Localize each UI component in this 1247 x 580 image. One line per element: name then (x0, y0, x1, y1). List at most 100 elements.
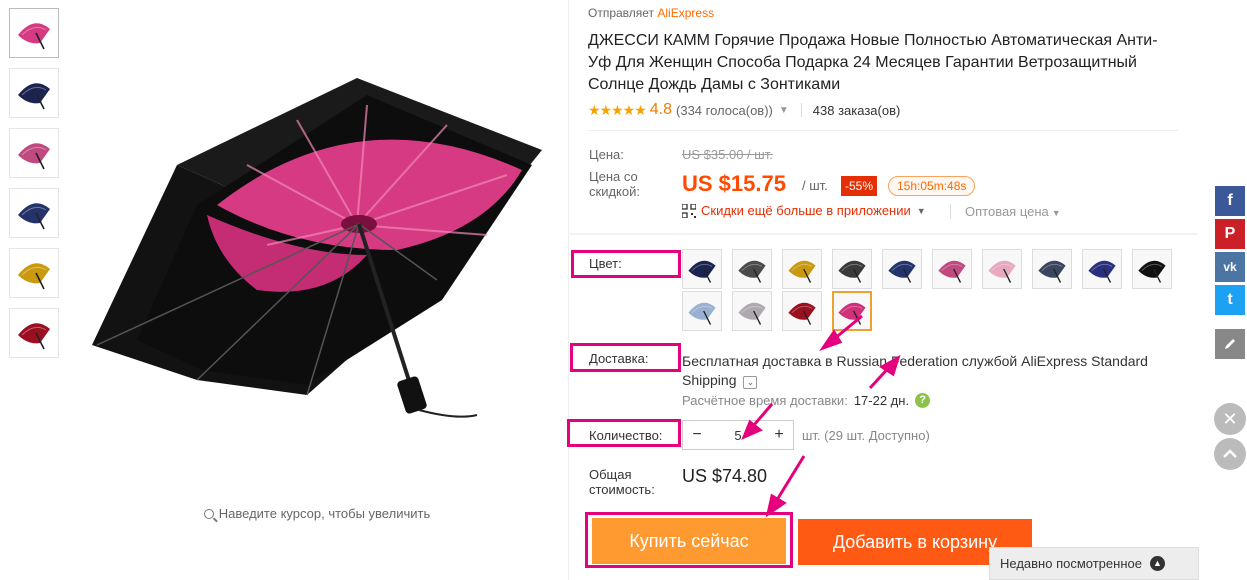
thumbnail-umbrella-yellow-flower[interactable] (9, 248, 59, 298)
color-swatch[interactable] (732, 291, 772, 331)
highlight-box-delivery (570, 343, 681, 372)
vk-icon[interactable]: vk (1215, 252, 1245, 282)
umbrella-icon (788, 260, 816, 283)
eta-days: 17-22 дн. (853, 393, 910, 408)
color-swatch[interactable] (1082, 249, 1122, 289)
delivery-info: Бесплатная доставка в Russian Federation… (682, 352, 1172, 390)
discount-price: US $15.75 (682, 171, 786, 196)
discount-price-label-line2: скидкой: (589, 184, 640, 199)
rating-row: ★★★★★ 4.8 (334 голоса(ов)) ▼ 438 заказа(… (588, 101, 900, 119)
highlight-box-quantity (567, 419, 681, 447)
thumbnail-umbrella-pink-flower[interactable] (9, 8, 59, 58)
orders-count: 438 заказа(ов) (812, 102, 901, 118)
quantity-decrease-button[interactable]: − (683, 421, 711, 449)
pinterest-icon[interactable]: P (1215, 219, 1245, 249)
umbrella-icon (788, 302, 816, 325)
umbrella-icon (738, 302, 766, 325)
highlight-box-color (571, 250, 681, 278)
quantity-availability: шт. (29 шт. Доступно) (802, 428, 930, 443)
umbrella-icon (1088, 260, 1116, 283)
color-swatch[interactable] (782, 249, 822, 289)
thumbnail-umbrella-pink[interactable] (9, 128, 59, 178)
thumbnail-umbrella-navy[interactable] (9, 68, 59, 118)
eta-label: Расчётное время доставки: (682, 393, 848, 408)
section-divider (568, 233, 1198, 235)
chevron-down-icon[interactable]: ⌄ (743, 376, 758, 389)
total-price: US $74.80 (682, 466, 768, 486)
color-swatch[interactable] (982, 249, 1022, 289)
umbrella-icon (838, 302, 866, 325)
umbrella-icon (1138, 260, 1166, 283)
umbrella-icon (1038, 260, 1066, 283)
rating-stars: ★★★★★ (588, 101, 647, 118)
color-swatch[interactable] (782, 291, 822, 331)
umbrella-icon (18, 323, 50, 350)
umbrella-icon (18, 203, 50, 230)
color-swatch[interactable] (882, 249, 922, 289)
umbrella-icon (18, 83, 50, 110)
umbrella-icon (688, 260, 716, 283)
column-divider (568, 0, 569, 580)
help-icon[interactable]: ? (915, 393, 931, 408)
product-title: ДЖЕССИ КАММ Горячие Продажа Новые Полнос… (588, 32, 1158, 93)
rating-votes-link[interactable]: (334 голоса(ов)) (676, 103, 773, 118)
total-label: Общая стоимость: (589, 467, 655, 497)
umbrella-icon (18, 263, 50, 290)
thumbnail-umbrella-red[interactable] (9, 308, 59, 358)
umbrella-icon (988, 260, 1016, 283)
pencil-icon[interactable] (1215, 329, 1245, 359)
buy-now-button[interactable]: Купить сейчас (592, 518, 786, 564)
total-label-line1: Общая (589, 467, 632, 482)
color-swatch[interactable] (682, 291, 722, 331)
seller-prefix: Отправляет (588, 6, 655, 20)
facebook-icon[interactable]: f (1215, 186, 1245, 216)
thumbnail-list (9, 8, 59, 368)
magnifier-icon (203, 509, 214, 519)
twitter-icon[interactable]: t (1215, 285, 1245, 315)
color-swatch[interactable] (832, 249, 872, 289)
umbrella-icon (888, 260, 916, 283)
qr-code-icon (682, 203, 696, 218)
quantity-stepper: − + (682, 420, 794, 450)
thumbnail-umbrella-blue-star[interactable] (9, 188, 59, 238)
color-swatch[interactable] (1132, 249, 1172, 289)
pencil-glyph (1225, 339, 1235, 349)
wholesale-price-link[interactable]: Оптовая цена ▼ (950, 204, 1061, 219)
app-deal-link[interactable]: Скидки ещё больше в приложении ▼ (682, 203, 926, 218)
scroll-top-icon[interactable] (1214, 438, 1246, 470)
recently-viewed-bar[interactable]: Недавно посмотренное ▲ (989, 547, 1199, 580)
app-deal-text: Скидки ещё больше в приложении (701, 203, 911, 218)
discount-price-label: Цена со скидкой: (589, 169, 640, 199)
color-swatch[interactable] (682, 249, 722, 289)
social-share-bar: f P vk t (1215, 186, 1245, 362)
color-swatch[interactable] (832, 291, 872, 331)
umbrella-illustration (92, 78, 542, 418)
close-icon[interactable]: ✕ (1214, 403, 1246, 435)
umbrella-icon (688, 302, 716, 325)
rating-separator (800, 103, 802, 117)
caret-down-icon: ▼ (1051, 208, 1061, 218)
umbrella-icon (738, 260, 766, 283)
color-swatch[interactable] (932, 249, 972, 289)
chevron-down-icon[interactable]: ▼ (779, 105, 789, 116)
countdown-timer: 15h:05m:48s (888, 176, 976, 196)
quantity-increase-button[interactable]: + (765, 421, 793, 449)
umbrella-icon (938, 260, 966, 283)
price-label: Цена: (589, 147, 624, 162)
quantity-input[interactable] (711, 421, 765, 449)
delivery-eta: Расчётное время доставки: 17-22 дн. ? (682, 393, 931, 408)
umbrella-icon (18, 143, 50, 170)
umbrella-icon (18, 23, 50, 50)
recently-viewed-label: Недавно посмотренное (1000, 556, 1142, 571)
color-swatch[interactable] (732, 249, 772, 289)
chevron-up-glyph (1223, 449, 1237, 458)
divider (588, 130, 1178, 131)
product-main-image[interactable] (67, 0, 567, 497)
color-swatch[interactable] (1032, 249, 1072, 289)
zoom-hint: Наведите курсор, чтобы увеличить (67, 506, 567, 521)
caret-down-icon: ▼ (916, 205, 926, 216)
chevron-up-icon: ▲ (1149, 556, 1165, 571)
discount-price-label-line1: Цена со (589, 169, 638, 184)
umbrella-icon (838, 260, 866, 283)
seller-name[interactable]: AliExpress (657, 6, 714, 20)
